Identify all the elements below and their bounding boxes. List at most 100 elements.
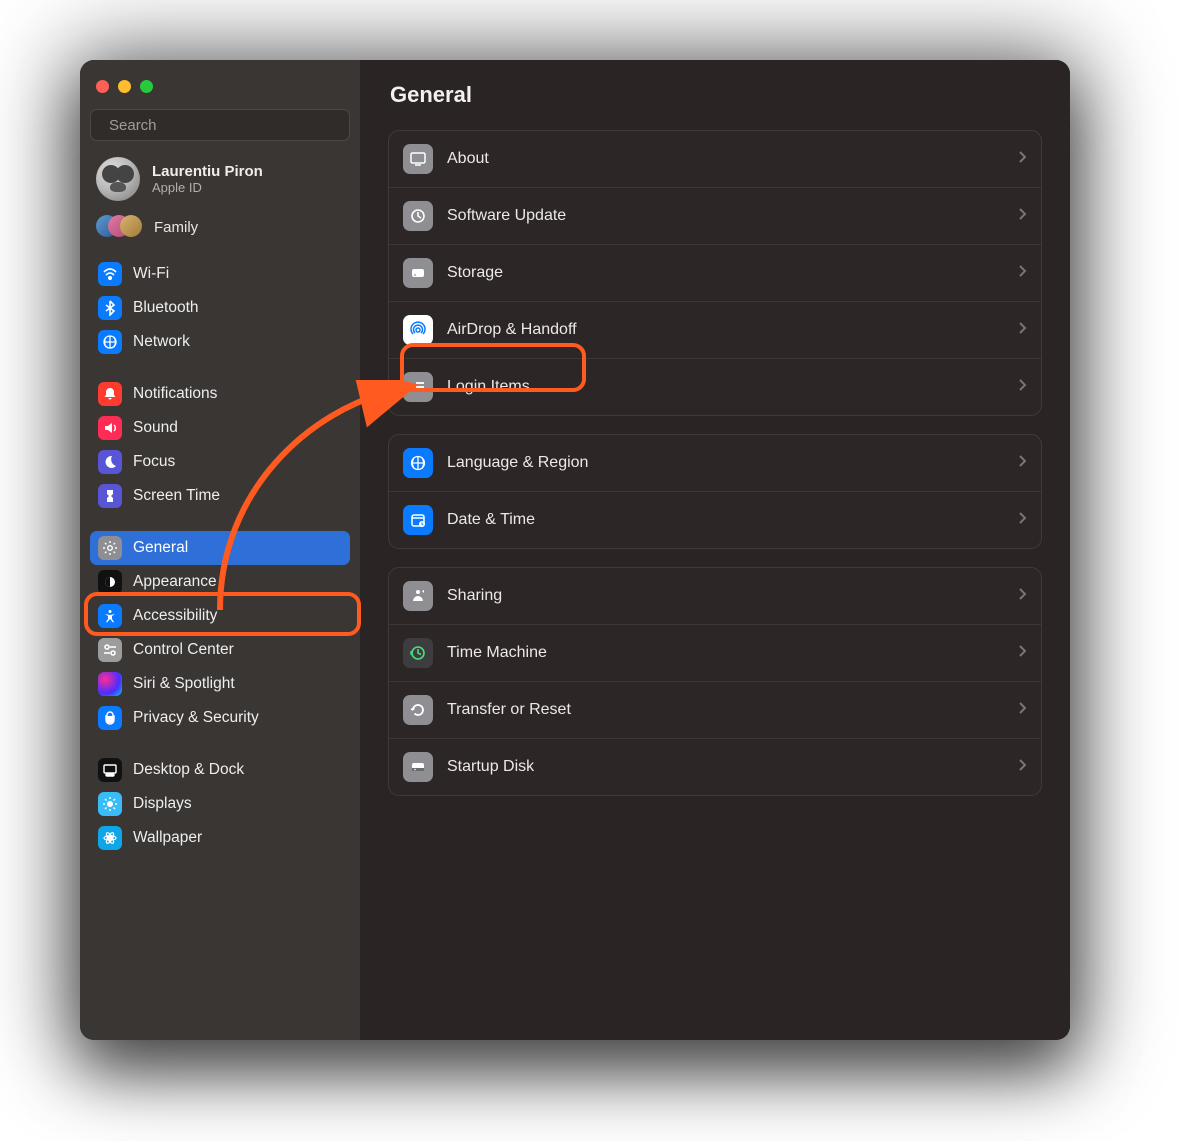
sidebar-item-label: Appearance (133, 573, 217, 591)
avatar (96, 157, 140, 201)
family-row[interactable]: Family (90, 209, 350, 253)
close-button[interactable] (96, 80, 109, 93)
chevron-right-icon (1018, 264, 1027, 283)
sidebar-item-network[interactable]: Network (90, 325, 350, 359)
sidebar-item-wifi[interactable]: Wi-Fi (90, 257, 350, 291)
sidebar-item-label: Privacy & Security (133, 709, 259, 727)
sidebar-item-bluetooth[interactable]: Bluetooth (90, 291, 350, 325)
screen-time-icon (98, 484, 122, 508)
row-storage[interactable]: Storage (389, 244, 1041, 301)
sidebar-item-label: Desktop & Dock (133, 761, 244, 779)
sidebar-item-displays[interactable]: Displays (90, 787, 350, 821)
row-label: Login Items (447, 378, 1004, 396)
row-transfer-reset[interactable]: Transfer or Reset (389, 681, 1041, 738)
row-language-region[interactable]: Language & Region (389, 435, 1041, 491)
row-label: Transfer or Reset (447, 701, 1004, 719)
chevron-right-icon (1018, 644, 1027, 663)
sidebar-item-control-center[interactable]: Control Center (90, 633, 350, 667)
chevron-right-icon (1018, 511, 1027, 530)
gear-icon (98, 536, 122, 560)
row-software-update[interactable]: Software Update (389, 187, 1041, 244)
about-icon (403, 144, 433, 174)
date-time-icon (403, 505, 433, 535)
row-airdrop[interactable]: AirDrop & Handoff (389, 301, 1041, 358)
time-machine-icon (403, 638, 433, 668)
panel: Sharing Time Machine Transfer or Reset S… (388, 567, 1042, 796)
appearance-icon (98, 570, 122, 594)
sidebar-item-sound[interactable]: Sound (90, 411, 350, 445)
startup-disk-icon (403, 752, 433, 782)
displays-icon (98, 792, 122, 816)
chevron-right-icon (1018, 150, 1027, 169)
panel: About Software Update Storage AirDrop & … (388, 130, 1042, 416)
control-center-icon (98, 638, 122, 662)
wifi-icon (98, 262, 122, 286)
accessibility-icon (98, 604, 122, 628)
notifications-icon (98, 382, 122, 406)
network-icon (98, 330, 122, 354)
row-startup-disk[interactable]: Startup Disk (389, 738, 1041, 795)
page-title: General (388, 82, 1042, 108)
row-login-items[interactable]: Login Items (389, 358, 1041, 415)
row-about[interactable]: About (389, 131, 1041, 187)
sidebar-item-screen-time[interactable]: Screen Time (90, 479, 350, 513)
row-label: Time Machine (447, 644, 1004, 662)
sidebar-item-privacy[interactable]: Privacy & Security (90, 701, 350, 735)
sidebar-item-appearance[interactable]: Appearance (90, 565, 350, 599)
row-label: Language & Region (447, 454, 1004, 472)
chevron-right-icon (1018, 207, 1027, 226)
sidebar-item-label: Screen Time (133, 487, 220, 505)
sharing-icon (403, 581, 433, 611)
sidebar-item-desktop-dock[interactable]: Desktop & Dock (90, 753, 350, 787)
row-sharing[interactable]: Sharing (389, 568, 1041, 624)
sound-icon (98, 416, 122, 440)
desktop-dock-icon (98, 758, 122, 782)
focus-icon (98, 450, 122, 474)
airdrop-icon (403, 315, 433, 345)
sidebar-item-label: Siri & Spotlight (133, 675, 235, 693)
window-controls (90, 76, 350, 109)
main-pane: General About Software Update Storage (360, 60, 1070, 1040)
storage-icon (403, 258, 433, 288)
bluetooth-icon (98, 296, 122, 320)
login-items-icon (403, 372, 433, 402)
siri-icon (98, 672, 122, 696)
software-update-icon (403, 201, 433, 231)
row-label: Software Update (447, 207, 1004, 225)
row-label: Date & Time (447, 511, 1004, 529)
sidebar-item-notifications[interactable]: Notifications (90, 377, 350, 411)
search-input[interactable] (109, 117, 339, 134)
sidebar-item-label: Notifications (133, 385, 217, 403)
apple-id-row[interactable]: Laurentiu Piron Apple ID (90, 141, 350, 209)
sidebar-item-wallpaper[interactable]: Wallpaper (90, 821, 350, 855)
transfer-reset-icon (403, 695, 433, 725)
sidebar-item-label: Bluetooth (133, 299, 199, 317)
chevron-right-icon (1018, 378, 1027, 397)
account-sub: Apple ID (152, 180, 263, 195)
sidebar-item-general[interactable]: General (90, 531, 350, 565)
minimize-button[interactable] (118, 80, 131, 93)
privacy-icon (98, 706, 122, 730)
search-field[interactable] (90, 109, 350, 141)
chevron-right-icon (1018, 701, 1027, 720)
family-avatars (96, 215, 140, 239)
chevron-right-icon (1018, 758, 1027, 777)
sidebar-item-siri[interactable]: Siri & Spotlight (90, 667, 350, 701)
sidebar-item-focus[interactable]: Focus (90, 445, 350, 479)
sidebar-item-label: Accessibility (133, 607, 217, 625)
row-time-machine[interactable]: Time Machine (389, 624, 1041, 681)
row-label: AirDrop & Handoff (447, 321, 1004, 339)
sidebar-item-label: Network (133, 333, 190, 351)
row-label: About (447, 150, 1004, 168)
family-label: Family (154, 219, 198, 236)
row-label: Storage (447, 264, 1004, 282)
sidebar-item-accessibility[interactable]: Accessibility (90, 599, 350, 633)
row-label: Startup Disk (447, 758, 1004, 776)
row-date-time[interactable]: Date & Time (389, 491, 1041, 548)
sidebar-item-label: General (133, 539, 188, 557)
sidebar-item-label: Sound (133, 419, 178, 437)
panel: Language & Region Date & Time (388, 434, 1042, 549)
maximize-button[interactable] (140, 80, 153, 93)
sidebar: Laurentiu Piron Apple ID Family Wi-Fi (80, 60, 360, 1040)
sidebar-item-label: Wi-Fi (133, 265, 169, 283)
